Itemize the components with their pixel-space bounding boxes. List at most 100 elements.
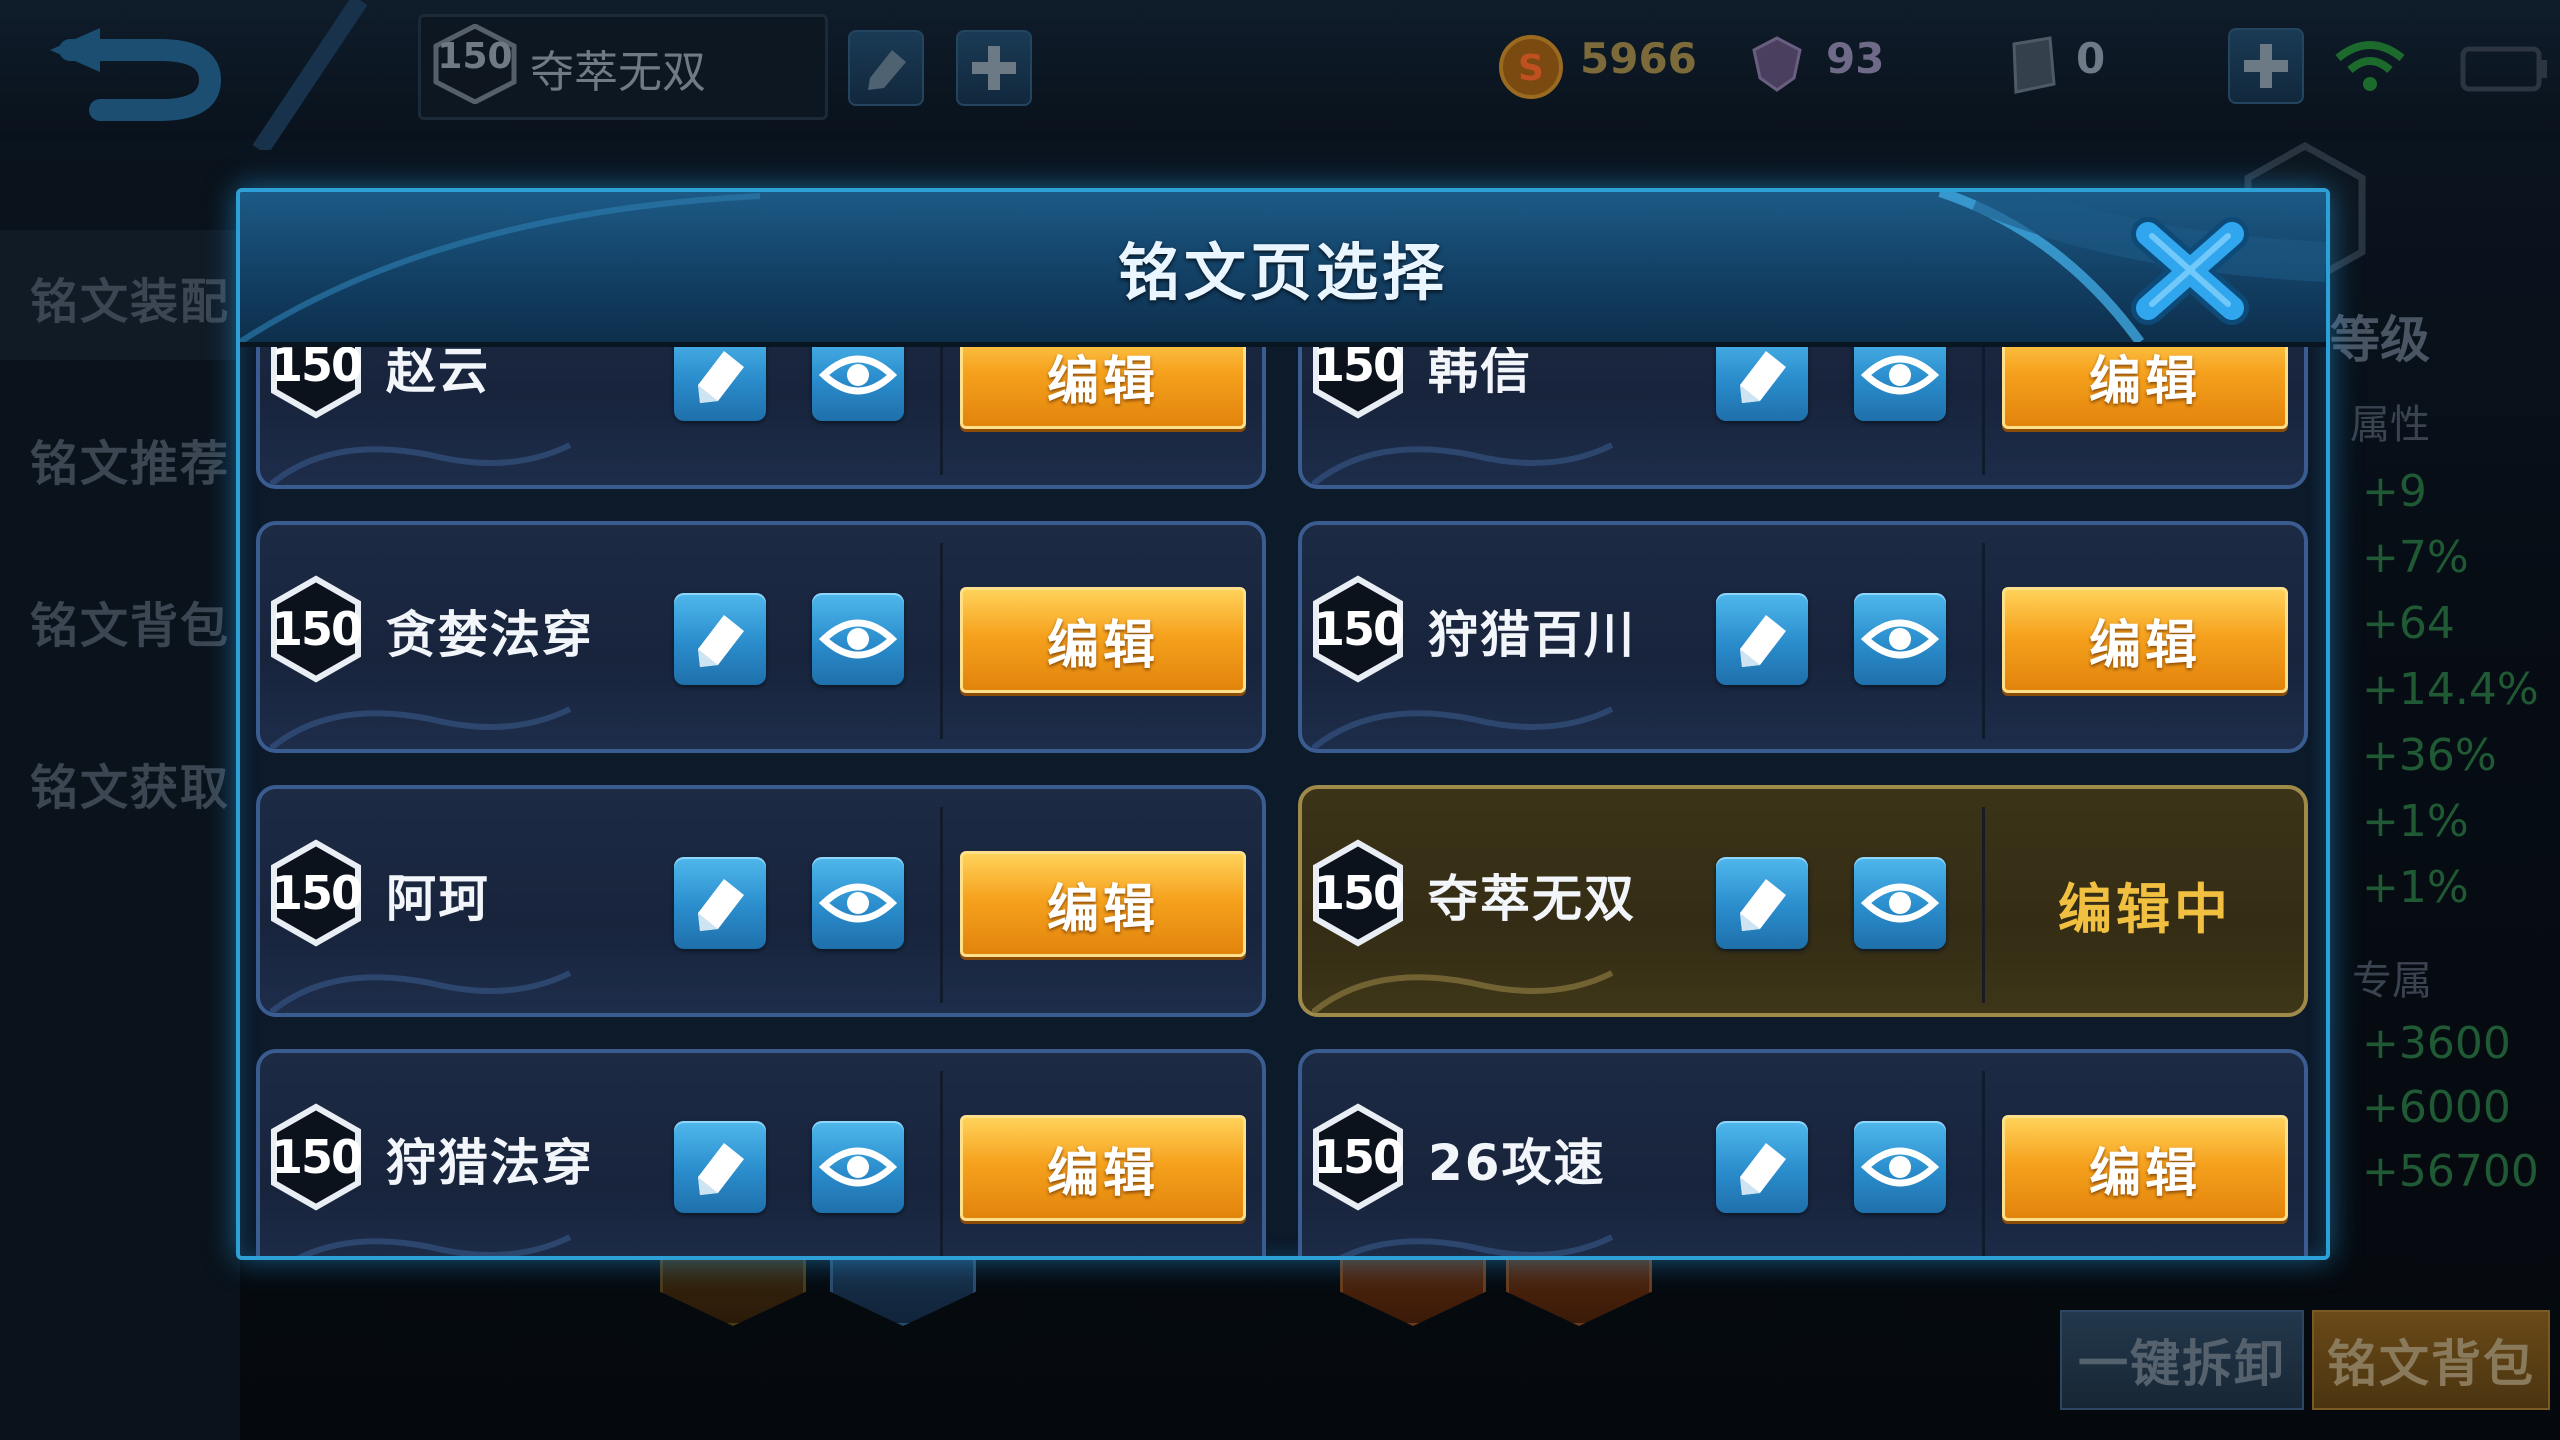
- exclusive-stat-value: +3600: [2362, 1018, 2511, 1069]
- top-bar: [0, 0, 2560, 140]
- sidebar-item-recommend[interactable]: 铭文推荐: [30, 424, 230, 494]
- rename-button[interactable]: [674, 347, 766, 421]
- card-divider: [940, 543, 943, 739]
- edit-button[interactable]: 编辑: [960, 587, 1246, 693]
- rune-page-card[interactable]: 150 贪婪法穿 编辑: [256, 521, 1266, 753]
- attribute-label: 属性: [2350, 402, 2430, 448]
- edit-button[interactable]: 编辑: [2002, 347, 2288, 429]
- rename-button[interactable]: [1716, 593, 1808, 685]
- page-name: 韩信: [1428, 347, 1532, 400]
- pencil-icon: [1740, 1143, 1786, 1195]
- edit-button[interactable]: 编辑: [960, 1115, 1246, 1221]
- rename-button[interactable]: [1716, 347, 1808, 421]
- eye-icon: [818, 883, 898, 923]
- close-button[interactable]: [2130, 216, 2250, 326]
- close-icon: [2131, 217, 2249, 325]
- page-level: 150: [270, 602, 363, 656]
- rune-bag-button[interactable]: 铭文背包: [2312, 1310, 2550, 1410]
- card-divider: [1982, 347, 1985, 475]
- card-divider: [940, 807, 943, 1003]
- edit-button[interactable]: 编辑: [2002, 1115, 2288, 1221]
- exclusive-stat-value: +6000: [2362, 1082, 2511, 1133]
- topbar-slash-decoration: [252, 0, 368, 150]
- page-name: 赵云: [386, 347, 490, 400]
- pencil-icon: [1740, 351, 1786, 403]
- rune-page-card-active[interactable]: 150 夺萃无双 编辑中: [1298, 785, 2308, 1017]
- preview-button[interactable]: [812, 593, 904, 685]
- eye-icon: [818, 1147, 898, 1187]
- preview-button[interactable]: [1854, 347, 1946, 421]
- page-level: 150: [270, 1130, 363, 1184]
- page-name: 贪婪法穿: [386, 606, 594, 664]
- gem-icon: [1752, 36, 1802, 92]
- eye-icon: [1860, 1147, 1940, 1187]
- svg-text:S: S: [1518, 48, 1544, 89]
- pencil-icon: [698, 879, 744, 931]
- rename-button[interactable]: [674, 593, 766, 685]
- stat-value: +7%: [2362, 532, 2469, 583]
- eye-icon: [1860, 883, 1940, 923]
- card-swirl-decoration: [1312, 442, 1614, 485]
- top-recharge-button[interactable]: [2228, 28, 2304, 104]
- page-name: 狩猎法穿: [386, 1134, 594, 1192]
- sidebar-item-obtain[interactable]: 铭文获取: [30, 748, 230, 818]
- ticket-icon: [2012, 36, 2056, 94]
- card-divider: [940, 1071, 943, 1256]
- gold-coin-icon: S: [1499, 35, 1563, 99]
- sidebar-item-equip[interactable]: 铭文装配: [30, 262, 230, 332]
- pencil-icon: [698, 351, 744, 403]
- page-level: 150: [1312, 866, 1405, 920]
- pencil-icon: [698, 1143, 744, 1195]
- level-label: 等级: [2330, 311, 2430, 369]
- rename-button[interactable]: [1716, 1121, 1808, 1213]
- top-add-button[interactable]: [956, 30, 1032, 106]
- card-divider: [1982, 1071, 1985, 1256]
- card-swirl-decoration: [296, 1234, 572, 1256]
- preview-button[interactable]: [1854, 857, 1946, 949]
- unload-all-button[interactable]: 一键拆卸: [2060, 1310, 2304, 1410]
- card-swirl-decoration: [270, 970, 572, 1013]
- rune-page-card[interactable]: 150 赵云 编辑: [256, 347, 1266, 489]
- eye-icon: [1860, 355, 1940, 395]
- rename-button[interactable]: [1716, 857, 1808, 949]
- rune-page-card[interactable]: 150 阿珂 编辑: [256, 785, 1266, 1017]
- editing-status: 编辑中: [2058, 877, 2232, 941]
- rune-page-card[interactable]: 150 狩猎百川 编辑: [1298, 521, 2308, 753]
- rename-button[interactable]: [674, 857, 766, 949]
- stat-value: +14.4%: [2362, 664, 2539, 715]
- stat-value: +36%: [2362, 730, 2497, 781]
- rune-page-card[interactable]: 150 韩信 编辑: [1298, 347, 2308, 489]
- card-swirl-decoration: [1312, 970, 1614, 1013]
- rename-button[interactable]: [674, 1121, 766, 1213]
- exclusive-stat-value: +56700: [2362, 1146, 2539, 1197]
- rune-page-list[interactable]: 150 赵云 编辑 150 韩信 编辑 150 贪婪法穿 编辑 150 狩猎百川…: [240, 347, 2326, 1256]
- preview-button[interactable]: [1854, 1121, 1946, 1213]
- card-divider: [1982, 543, 1985, 739]
- exclusive-label: 专属: [2352, 958, 2432, 1004]
- stat-value: +64: [2362, 598, 2455, 649]
- stat-value: +9: [2362, 466, 2427, 517]
- rune-page-card[interactable]: 150 狩猎法穿 编辑: [256, 1049, 1266, 1256]
- sidebar-item-bag[interactable]: 铭文背包: [30, 586, 230, 656]
- preview-button[interactable]: [812, 347, 904, 421]
- page-name: 26攻速: [1428, 1134, 1606, 1192]
- stat-value: +1%: [2362, 796, 2469, 847]
- preview-button[interactable]: [812, 1121, 904, 1213]
- preview-button[interactable]: [1854, 593, 1946, 685]
- edit-button[interactable]: 编辑: [960, 851, 1246, 957]
- page-name: 狩猎百川: [1428, 606, 1636, 664]
- page-level: 150: [1312, 602, 1405, 656]
- preview-button[interactable]: [812, 857, 904, 949]
- back-arrow-icon[interactable]: [40, 20, 240, 130]
- top-page-level: 150: [437, 36, 513, 77]
- edit-button[interactable]: 编辑: [960, 347, 1246, 429]
- rune-page-card[interactable]: 150 26攻速 编辑: [1298, 1049, 2308, 1256]
- top-page-name: 夺萃无双: [530, 47, 706, 98]
- modal-header: 铭文页选择: [240, 192, 2326, 347]
- edit-button[interactable]: 编辑: [2002, 587, 2288, 693]
- card-divider: [940, 347, 943, 475]
- plus-icon: [972, 46, 1016, 90]
- page-level: 150: [1312, 1130, 1405, 1184]
- pencil-icon: [868, 50, 906, 90]
- top-rename-button[interactable]: [848, 30, 924, 106]
